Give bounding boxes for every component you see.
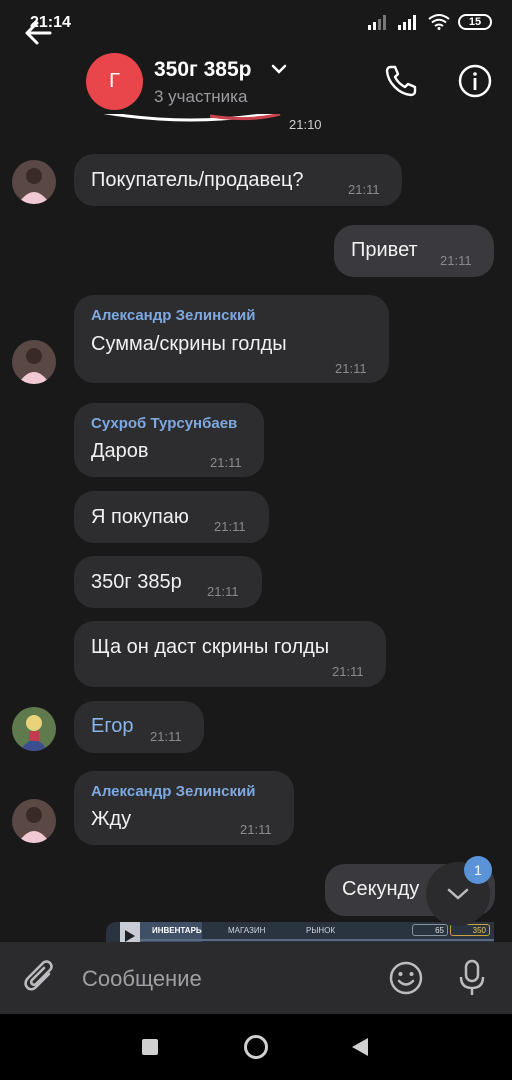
- message-bubble[interactable]: Егор 21:11: [74, 701, 204, 753]
- message-bubble[interactable]: Александр Зелинский Сумма/скрины голды 2…: [74, 295, 389, 383]
- message-time: 21:11: [150, 729, 182, 744]
- message-text: Егор: [91, 715, 134, 737]
- message-time: 21:11: [214, 519, 246, 534]
- participants-count: 3 участника: [154, 87, 248, 106]
- sender-name[interactable]: Сухроб Турсунбаев: [91, 415, 237, 432]
- info-icon[interactable]: [456, 62, 494, 100]
- image-message-partial[interactable]: ИНВЕНТАРЬ МАГАЗИН РЫНОК 65 350: [106, 922, 494, 942]
- status-icons: 15: [368, 14, 492, 30]
- status-bar: 21:14 15: [0, 0, 512, 50]
- sender-avatar[interactable]: [12, 799, 56, 843]
- message-time: 21:11: [210, 455, 242, 470]
- message-bubble[interactable]: Я покупаю 21:11: [74, 491, 269, 543]
- chevron-down-icon[interactable]: [270, 62, 288, 76]
- message-time: 21:11: [332, 664, 364, 679]
- message-bubble[interactable]: Сухроб Турсунбаев Даров 21:11: [74, 403, 264, 477]
- back-nav-icon[interactable]: [350, 1036, 370, 1058]
- game-tab: МАГАЗИН: [228, 926, 266, 935]
- message-text: Секунду: [342, 878, 420, 900]
- message-feed[interactable]: 21:10 Покупатель/продавец? 21:11 Привет …: [0, 114, 512, 942]
- play-icon: [125, 930, 135, 942]
- message-time: 21:11: [240, 822, 272, 837]
- sender-name[interactable]: Александр Зелинский: [91, 783, 255, 800]
- unread-count-badge: 1: [464, 856, 492, 884]
- chevron-down-icon: [447, 888, 469, 900]
- game-currency-badge: 65: [412, 924, 448, 936]
- message-text: 350г 385р: [91, 571, 182, 593]
- back-arrow-icon[interactable]: [20, 14, 58, 52]
- message-bubble-outgoing[interactable]: Привет 21:11: [334, 225, 494, 277]
- photo-message-partial[interactable]: [90, 114, 290, 126]
- chat-title[interactable]: 350г 385р: [154, 58, 251, 82]
- message-time: 21:10: [289, 117, 322, 132]
- home-icon[interactable]: [243, 1034, 269, 1060]
- message-time: 21:11: [335, 361, 367, 376]
- message-time: 21:11: [348, 182, 380, 197]
- message-bubble[interactable]: Покупатель/продавец? 21:11: [74, 154, 402, 206]
- game-tab: РЫНОК: [306, 926, 336, 935]
- paperclip-icon[interactable]: [22, 958, 60, 998]
- composer-bar: Сообщение: [0, 942, 512, 1014]
- chat-header: [0, 50, 512, 114]
- message-bubble[interactable]: Александр Зелинский Жду 21:11: [74, 771, 294, 845]
- phone-icon[interactable]: [382, 62, 420, 100]
- game-tab: ИНВЕНТАРЬ: [152, 926, 202, 935]
- message-text: Привет: [351, 239, 418, 261]
- message-text: Жду: [91, 808, 132, 830]
- signal-icon: [368, 15, 386, 30]
- message-bubble[interactable]: 350г 385р 21:11: [74, 556, 262, 608]
- message-time: 21:11: [440, 253, 472, 268]
- recents-icon[interactable]: [141, 1038, 159, 1056]
- emoji-icon[interactable]: [388, 960, 424, 996]
- wifi-icon: [428, 14, 450, 30]
- message-text: Я покупаю: [91, 506, 189, 528]
- sender-name[interactable]: Александр Зелинский: [91, 307, 255, 324]
- group-avatar[interactable]: Г: [86, 53, 143, 110]
- message-time: 21:11: [207, 584, 239, 599]
- message-bubble[interactable]: Ща он даст скрины голды 21:11: [74, 621, 386, 687]
- sender-avatar[interactable]: [12, 340, 56, 384]
- message-input[interactable]: Сообщение: [82, 966, 202, 992]
- battery-icon: 15: [458, 14, 492, 30]
- system-nav-bar: [0, 1014, 512, 1080]
- message-text: Даров: [91, 440, 149, 462]
- message-text: Сумма/скрины голды: [91, 333, 287, 355]
- microphone-icon[interactable]: [456, 958, 488, 998]
- sender-avatar[interactable]: [12, 707, 56, 751]
- message-text: Покупатель/продавец?: [91, 169, 304, 191]
- message-text: Ща он даст скрины голды: [91, 636, 330, 658]
- sender-avatar[interactable]: [12, 160, 56, 204]
- signal-icon-2: [398, 15, 416, 30]
